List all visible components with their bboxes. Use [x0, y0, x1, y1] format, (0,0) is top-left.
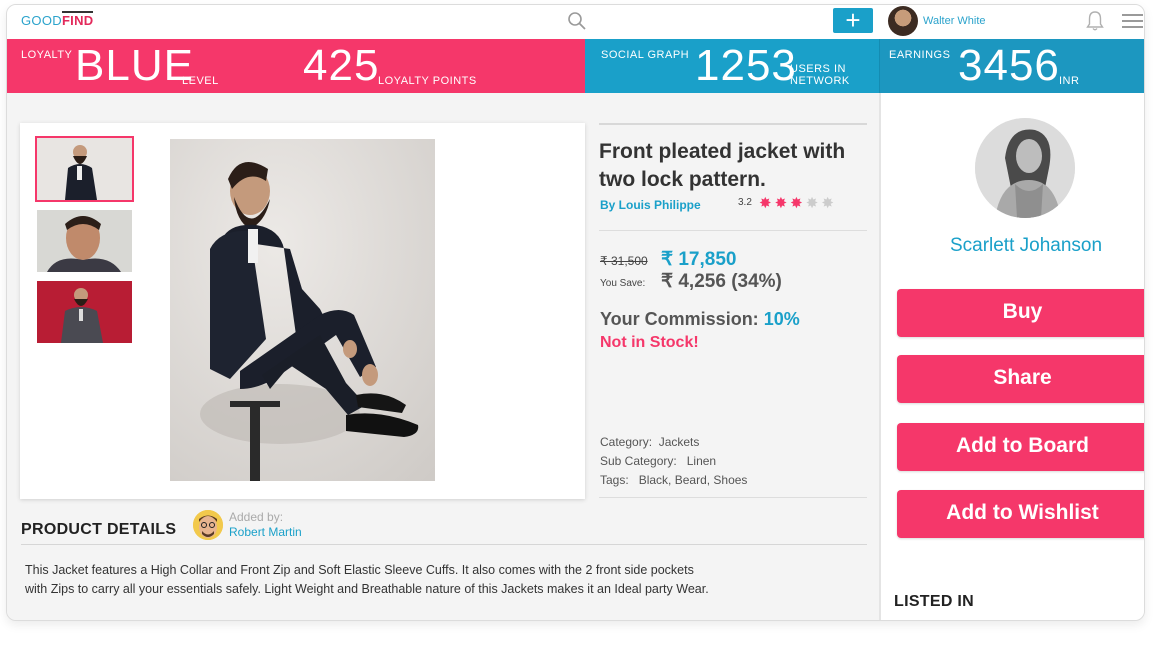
added-by-label: Added by: — [229, 510, 284, 524]
rating-stars[interactable]: ✸ ✸ ✸ ✸ ✸ — [759, 194, 837, 213]
product-thumbnail-3[interactable] — [37, 281, 132, 343]
product-thumbnail-2[interactable] — [37, 210, 132, 272]
you-save-label: You Save: — [600, 278, 646, 289]
buy-button[interactable]: Buy — [897, 289, 1144, 337]
commission: Your Commission: 10% — [600, 309, 800, 330]
product-description: This Jacket features a High Collar and F… — [25, 563, 709, 596]
hamburger-menu-icon[interactable] — [1122, 14, 1143, 28]
info-divider-2 — [599, 497, 867, 498]
seller-name[interactable]: Scarlett Johanson — [881, 235, 1144, 257]
users-label-line1: USERS IN — [790, 63, 846, 75]
product-thumbnail-1[interactable] — [35, 136, 134, 202]
category-value[interactable]: Jackets — [659, 435, 700, 449]
earnings-value: 3456 — [958, 41, 1060, 90]
add-to-board-button[interactable]: Add to Board — [897, 423, 1144, 471]
product-gallery-card — [20, 123, 585, 499]
star-full-icon: ✸ — [759, 195, 772, 212]
level-label: LEVEL — [182, 75, 219, 87]
stock-status: Not in Stock! — [600, 334, 699, 351]
product-title-line2: two lock pattern. — [599, 168, 766, 191]
earnings-panel: EARNINGS 3456 INR — [879, 39, 1144, 93]
earnings-label: EARNINGS — [889, 49, 951, 61]
star-empty-icon: ✸ — [821, 195, 834, 212]
product-info: Front pleated jacket with two lock patte… — [599, 123, 867, 503]
adder-name-link[interactable]: Robert Martin — [229, 525, 302, 539]
star-full-icon: ✸ — [790, 195, 803, 212]
info-top-divider — [599, 123, 867, 125]
users-label-line2: NETWORK — [790, 75, 850, 87]
product-title: Front pleated jacket with two lock patte… — [599, 138, 867, 194]
you-save-value: ₹ 4,256 (34%) — [661, 271, 782, 292]
brand-link[interactable]: By Louis Philippe — [600, 198, 701, 212]
details-divider — [21, 544, 867, 545]
seller-avatar[interactable] — [975, 118, 1075, 218]
logo-find-text: FIND — [61, 11, 94, 28]
adder-avatar[interactable] — [193, 510, 223, 540]
seller-panel: Scarlett Johanson Buy Share Add to Board… — [879, 93, 1144, 620]
app-window: GOODFIND + Walter White LOYALTY BLUE LEV… — [6, 4, 1145, 621]
category-row: Category: Jackets — [600, 435, 699, 449]
star-empty-icon: ✸ — [805, 195, 819, 212]
add-to-wishlist-button[interactable]: Add to Wishlist — [897, 490, 1144, 538]
loyalty-panel: LOYALTY BLUE LEVEL 425 LOYALTY POINTS — [7, 39, 585, 93]
star-full-icon: ✸ — [774, 195, 788, 212]
bell-icon[interactable] — [1085, 10, 1105, 32]
user-name[interactable]: Walter White — [923, 15, 986, 27]
stats-bar: LOYALTY BLUE LEVEL 425 LOYALTY POINTS SO… — [7, 39, 1144, 93]
commission-value: 10% — [763, 309, 800, 329]
product-main-image[interactable] — [170, 139, 435, 481]
tags-value[interactable]: Black, Beard, Shoes — [639, 473, 748, 487]
share-button[interactable]: Share — [897, 355, 1144, 403]
sale-price: ₹ 17,850 — [661, 249, 737, 270]
users-count-value: 1253 — [695, 41, 797, 90]
loyalty-level-value: BLUE — [75, 41, 194, 90]
product-title-line1: Front pleated jacket with — [599, 140, 846, 163]
subcategory-row: Sub Category: Linen — [600, 454, 716, 468]
loyalty-label: LOYALTY — [21, 49, 73, 61]
info-divider-1 — [599, 230, 867, 231]
social-graph-label: SOCIAL GRAPH — [601, 49, 690, 61]
loyalty-points-value: 425 — [303, 41, 380, 90]
goodfind-logo[interactable]: GOODFIND — [21, 11, 94, 28]
logo-good-text: GOOD — [21, 13, 62, 28]
product-area: Front pleated jacket with two lock patte… — [7, 93, 879, 620]
social-graph-panel: SOCIAL GRAPH 1253 USERS IN NETWORK — [585, 39, 879, 93]
listed-in-heading: LISTED IN — [894, 593, 975, 610]
subcategory-value[interactable]: Linen — [687, 454, 716, 468]
user-avatar[interactable] — [888, 6, 918, 36]
earnings-unit: INR — [1059, 75, 1080, 87]
rating-value: 3.2 — [738, 197, 752, 208]
loyalty-points-label: LOYALTY POINTS — [378, 75, 477, 87]
product-details-heading: PRODUCT DETAILS — [21, 521, 177, 538]
tags-row: Tags: Black, Beard, Shoes — [600, 473, 747, 487]
top-bar: GOODFIND + Walter White — [7, 5, 1144, 39]
plus-icon: + — [845, 5, 861, 35]
subcategory-label: Sub Category: — [600, 454, 677, 468]
search-icon[interactable] — [567, 11, 587, 31]
category-label: Category: — [600, 435, 653, 449]
add-button[interactable]: + — [833, 5, 873, 35]
original-price: ₹ 31,500 — [600, 254, 648, 268]
tags-label: Tags: — [600, 473, 629, 487]
commission-label: Your Commission: — [600, 309, 764, 329]
